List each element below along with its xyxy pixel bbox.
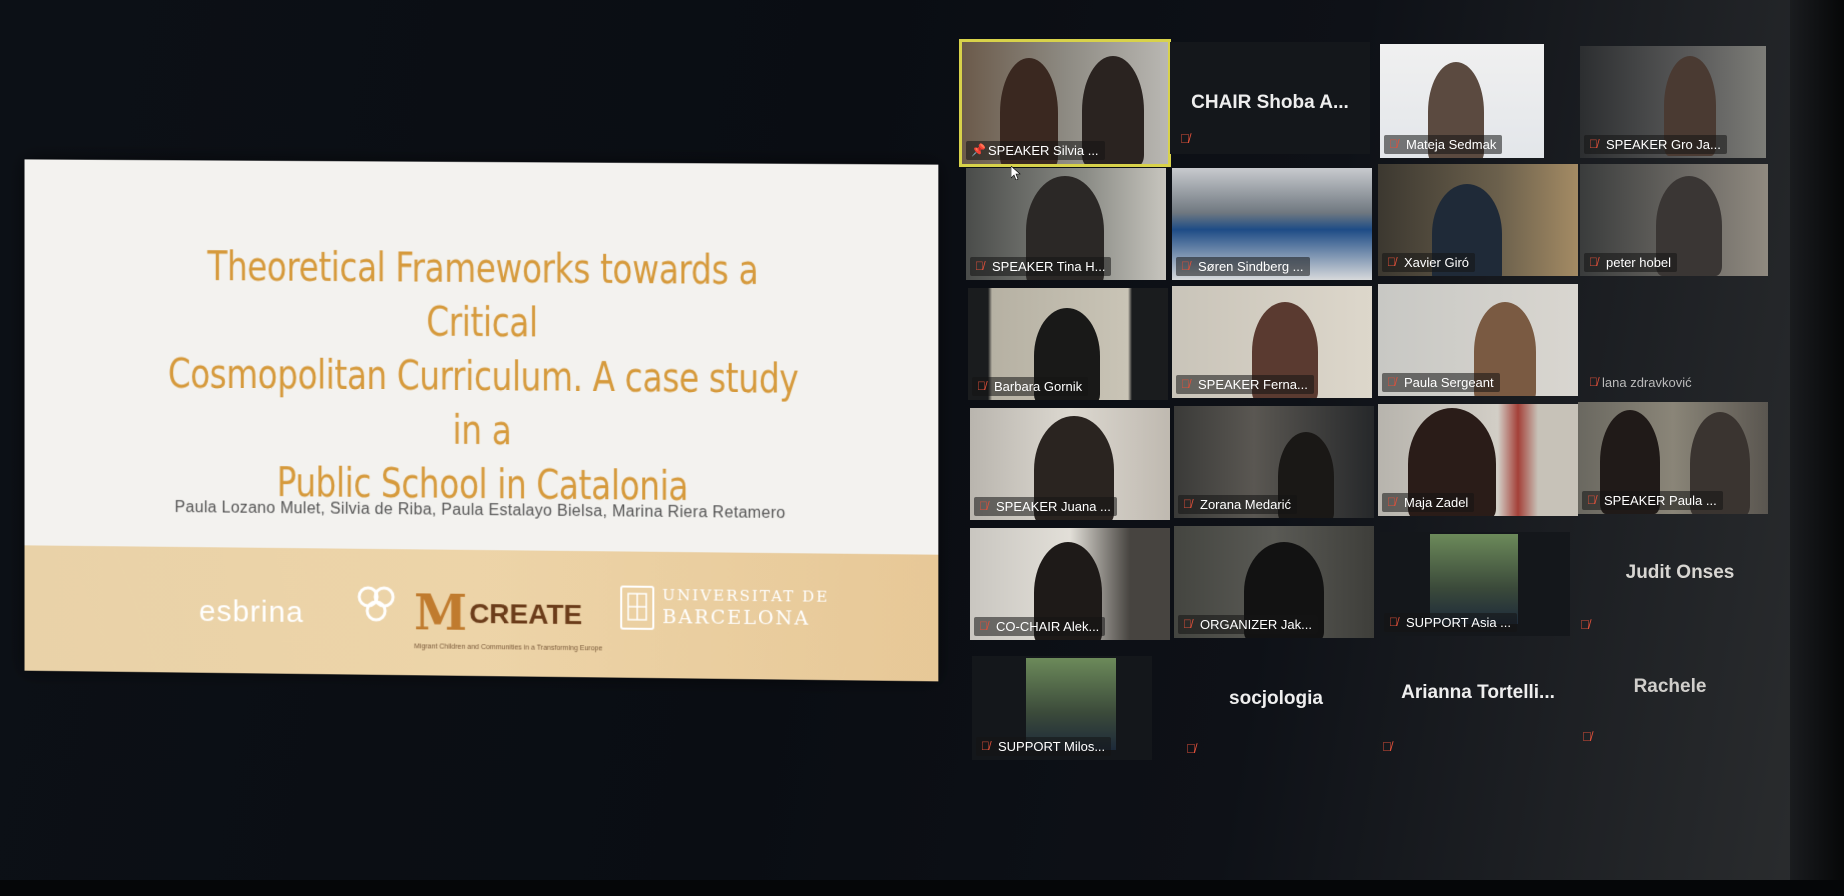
participant-name: Arianna Tortelli... [1378, 682, 1578, 704]
participant-name: 🎙̸ Barbara Gornik [972, 377, 1088, 396]
participant-name: Judit Onses [1580, 562, 1780, 584]
shared-slide: Theoretical Frameworks towards a Critica… [25, 159, 939, 681]
participant-tile[interactable]: 🎙̸ Barbara Gornik [968, 288, 1168, 400]
participant-name: socjologia [1176, 688, 1376, 710]
participant-tile[interactable]: 🎙̸ SPEAKER Paula ... [1578, 402, 1768, 514]
muted-mic-icon: 🎙̸ [1587, 493, 1599, 507]
pin-icon: 📌 [971, 143, 983, 157]
muted-mic-icon: 🎙̸ [1589, 255, 1601, 269]
muted-mic-icon: 🎙̸ [1183, 617, 1195, 631]
ub-logo: UNIVERSITAT DE BARCELONA [662, 586, 829, 630]
participant-name: Rachele [1570, 676, 1770, 698]
muted-mic-icon: 🎙̸ [1589, 375, 1601, 389]
participant-name: 🎙̸ Xavier Giró [1382, 253, 1475, 272]
participant-name: 🎙̸ CO-CHAIR Alek... [974, 617, 1105, 636]
participant-name: 🎙̸ Mateja Sedmak [1384, 135, 1502, 154]
participant-tile[interactable]: 🎙̸ SPEAKER Gro Ja... [1580, 46, 1766, 158]
participant-tile[interactable]: 🎙̸ peter hobel [1580, 164, 1768, 276]
participant-name: 🎙̸ Maja Zadel [1382, 493, 1474, 512]
muted-mic-icon: 🎙̸ [1582, 729, 1592, 744]
participant-name: 🎙̸ Zorana Medarić [1178, 495, 1297, 514]
muted-mic-icon: 🎙̸ [1387, 495, 1399, 509]
participant-tile[interactable]: 🎙̸ Maja Zadel [1378, 404, 1578, 516]
participant-name: 🎙̸ Søren Sindberg ... [1176, 257, 1310, 276]
participant-thumbnail [1430, 534, 1518, 624]
slide-title: Theoretical Frameworks towards a Critica… [155, 240, 811, 515]
participant-name: 🎙̸ SPEAKER Ferna... [1176, 375, 1314, 394]
monitor-bezel [1790, 0, 1844, 896]
micreate-logo-subtitle: Migrant Children and Communities in a Tr… [414, 643, 584, 652]
muted-mic-icon: 🎙̸ [1183, 497, 1195, 511]
participant-tile[interactable]: 🎙̸ SPEAKER Ferna... [1172, 286, 1372, 398]
muted-mic-icon: 🎙̸ [1387, 255, 1399, 269]
participant-name: 🎙̸ peter hobel [1584, 253, 1677, 272]
muted-mic-icon: 🎙̸ [977, 379, 989, 393]
participant-name: 🎙̸ SPEAKER Gro Ja... [1584, 135, 1727, 154]
participant-name: 🎙̸ Paula Sergeant [1382, 373, 1500, 392]
monitor-bottom-bezel [0, 880, 1844, 896]
participant-tile[interactable]: 🎙̸ SPEAKER Juana ... [970, 408, 1170, 520]
participant-tile[interactable]: 🎙̸ SUPPORT Asia ... [1380, 532, 1570, 636]
slide-title-line: Theoretical Frameworks towards a Critica… [155, 240, 811, 353]
participant-tile[interactable]: 📌 SPEAKER Silvia ... [962, 42, 1168, 164]
participant-tile[interactable]: Judit Onses 🎙̸ [1580, 526, 1780, 638]
participant-tile[interactable]: 🎙̸ CO-CHAIR Alek... [970, 528, 1170, 640]
micreate-logo: MCREATE Migrant Children and Communities… [414, 585, 582, 643]
muted-mic-icon: 🎙̸ [1389, 615, 1401, 629]
participant-tile[interactable]: Arianna Tortelli... 🎙̸ [1378, 650, 1578, 762]
muted-mic-icon: 🎙̸ [975, 259, 987, 273]
participant-tile[interactable]: 🎙̸ Xavier Giró [1378, 164, 1578, 276]
participant-tile[interactable]: 🎙̸ ORGANIZER Jak... [1174, 526, 1374, 638]
participant-tile[interactable]: Rachele 🎙̸ [1570, 648, 1770, 760]
participant-tile[interactable]: 🎙̸ Søren Sindberg ... [1172, 168, 1372, 280]
participant-tile[interactable]: 🎙̸ Zorana Medarić [1174, 406, 1374, 518]
cursor-icon [1011, 166, 1021, 180]
participant-tile[interactable]: 🎙̸ SPEAKER Tina H... [966, 168, 1166, 280]
micreate-logo-text: CREATE [469, 598, 582, 631]
slide-logo-footer: esbrina MCREATE Migrant Children and Com… [25, 545, 939, 681]
participant-name: 🎙̸ ORGANIZER Jak... [1178, 615, 1318, 634]
muted-mic-icon: 🎙̸ [1186, 741, 1196, 756]
muted-mic-icon: 🎙̸ [1589, 137, 1601, 151]
participant-tile[interactable]: 🎙̸ SUPPORT Milos... [972, 656, 1152, 760]
participant-tile[interactable]: 🎙̸ Mateja Sedmak [1380, 44, 1544, 158]
ub-crest-icon [620, 586, 654, 630]
esbrina-logo: esbrina [199, 595, 304, 630]
muted-mic-icon: 🎙̸ [979, 619, 991, 633]
participant-name: 🎙̸ SUPPORT Milos... [976, 737, 1111, 756]
participant-name: 📌 SPEAKER Silvia ... [966, 141, 1105, 160]
participant-name: 🎙̸ SUPPORT Asia ... [1384, 613, 1517, 632]
muted-mic-icon: 🎙̸ [1580, 617, 1590, 632]
ub-logo-line1: UNIVERSITAT DE [662, 586, 829, 606]
participant-name: 🎙̸ lana zdravković [1584, 373, 1698, 392]
participant-tile[interactable]: socjologia 🎙̸ [1176, 652, 1376, 764]
muted-mic-icon: 🎙̸ [981, 739, 993, 753]
participant-tile[interactable]: 🎙̸ lana zdravković [1580, 284, 1780, 396]
slide-title-line: Cosmopolitan Curriculum. A case study in… [155, 347, 811, 461]
muted-mic-icon: 🎙̸ [1180, 131, 1190, 146]
participant-name: CHAIR Shoba A... [1170, 92, 1370, 114]
micreate-logo-mark: M [414, 585, 467, 642]
muted-mic-icon: 🎙̸ [1181, 377, 1193, 391]
participant-tile[interactable]: CHAIR Shoba A... 🎙̸ [1170, 42, 1370, 154]
muted-mic-icon: 🎙̸ [1181, 259, 1193, 273]
muted-mic-icon: 🎙̸ [1389, 137, 1401, 151]
participant-name: 🎙̸ SPEAKER Paula ... [1582, 491, 1723, 510]
zoom-screen: Theoretical Frameworks towards a Critica… [0, 0, 1800, 896]
muted-mic-icon: 🎙̸ [1382, 739, 1392, 754]
muted-mic-icon: 🎙̸ [979, 499, 991, 513]
participant-name: 🎙̸ SPEAKER Tina H... [970, 257, 1111, 276]
esbrina-logo-icon [352, 583, 400, 627]
participant-name: 🎙̸ SPEAKER Juana ... [974, 497, 1117, 516]
muted-mic-icon: 🎙̸ [1387, 375, 1399, 389]
participant-tile[interactable]: 🎙̸ Paula Sergeant [1378, 284, 1578, 396]
ub-logo-line2: BARCELONA [662, 606, 829, 630]
